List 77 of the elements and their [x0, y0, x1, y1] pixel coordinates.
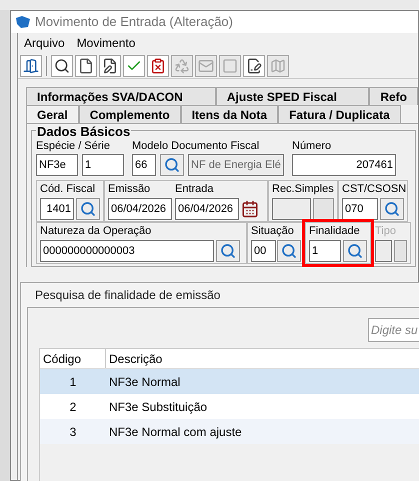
- field-label: Rec.Simples: [272, 182, 334, 196]
- column-header[interactable]: Código: [40, 349, 106, 368]
- tab[interactable]: Geral: [26, 105, 79, 123]
- signed-document-icon: [246, 58, 262, 74]
- toolbar-button[interactable]: [243, 54, 265, 76]
- group-title: Dados Básicos: [36, 125, 132, 138]
- window-title: Movimento de Entrada (Alteração): [35, 13, 233, 32]
- search-icon: [281, 243, 297, 259]
- search-icon: [220, 243, 236, 259]
- tab[interactable]: Ajuste SPED Fiscal: [216, 87, 370, 105]
- toolbar-button[interactable]: [75, 54, 97, 76]
- tab[interactable]: Itens da Nota: [180, 105, 278, 123]
- calendar-icon[interactable]: [241, 200, 259, 218]
- input-field[interactable]: 207461: [292, 154, 396, 176]
- search-icon: [164, 157, 180, 173]
- field-label: Finalidade: [309, 224, 361, 238]
- app-logo-icon: [15, 15, 31, 29]
- clipboard-cross-icon: [150, 58, 166, 74]
- lookup-button[interactable]: [380, 198, 404, 220]
- field-label: CST/CSOSN: [342, 182, 404, 196]
- input-field[interactable]: NF3e: [36, 154, 78, 176]
- input-field[interactable]: 000000000000003: [40, 240, 214, 262]
- map-icon: [270, 58, 286, 74]
- menu-item[interactable]: Movimento: [76, 34, 136, 52]
- column-header[interactable]: Descrição: [106, 349, 419, 368]
- field-label: Modelo Documento Fiscal: [132, 139, 260, 153]
- field-label: Número: [292, 139, 332, 153]
- recycle-icon: [174, 58, 190, 74]
- table-cell-text: 3: [68, 424, 78, 440]
- tab[interactable]: Informações SVA/DACON: [26, 87, 216, 105]
- input-field[interactable]: 00: [251, 240, 276, 262]
- table-cell-text: 2: [68, 398, 78, 416]
- door-icon: [23, 58, 39, 74]
- toolbar-button[interactable]: [147, 54, 169, 76]
- input-field[interactable]: 070: [342, 198, 378, 220]
- input-field[interactable]: 66: [132, 154, 156, 176]
- field-label: Cód. Fiscal: [40, 182, 96, 196]
- table-cell-text: NF3e Normal: [108, 374, 182, 390]
- tab[interactable]: Fatura / Duplicata: [278, 105, 401, 123]
- table-cell-text: NF3e Substituição: [108, 398, 208, 416]
- page-icon: [78, 58, 94, 74]
- menu-item[interactable]: Arquivo: [24, 34, 65, 52]
- search-icon: [54, 58, 70, 74]
- lookup-button[interactable]: [343, 240, 367, 262]
- field-label: Emissão: [108, 182, 152, 196]
- input-field[interactable]: 1: [309, 240, 341, 262]
- field-label: Entrada: [175, 182, 215, 196]
- toolbar-button[interactable]: [20, 54, 42, 76]
- lookup-button[interactable]: [76, 198, 100, 220]
- table-row[interactable]: 3 NF3e Normal com ajuste: [40, 419, 419, 444]
- toolbar-button[interactable]: [99, 54, 121, 76]
- search-icon: [347, 243, 363, 259]
- input-field[interactable]: NF de Energia Elé: [188, 154, 284, 176]
- field-label: Espécie / Série: [36, 139, 111, 153]
- field-label: Tipo: [375, 224, 397, 238]
- edit-page-icon: [102, 58, 118, 74]
- dialog-title: Pesquisa de finalidade de emissão: [34, 287, 222, 304]
- search-icon: [384, 201, 400, 217]
- lookup-button[interactable]: [277, 240, 301, 262]
- table-row[interactable]: 2 NF3e Substituição: [40, 394, 419, 419]
- lookup-button[interactable]: [160, 154, 184, 176]
- table-cell-text: 1: [68, 374, 78, 390]
- table-row[interactable]: 1 NF3e Normal: [40, 369, 419, 394]
- tab[interactable]: Complemento: [78, 105, 181, 123]
- envelope-icon: [198, 58, 214, 74]
- input-field[interactable]: 06/04/2026: [108, 198, 172, 220]
- lookup-button[interactable]: [216, 240, 240, 262]
- tab[interactable]: Refo: [369, 87, 418, 105]
- table-cell-text: NF3e Normal com ajuste: [108, 424, 243, 440]
- input-field[interactable]: 1: [82, 154, 124, 176]
- field-label: Natureza da Operação: [40, 224, 152, 238]
- search-icon: [80, 201, 96, 217]
- field-label: Situação: [251, 224, 295, 238]
- input-field[interactable]: 1401: [40, 198, 74, 220]
- toolbar-button[interactable]: [51, 54, 73, 76]
- search-field[interactable]: Digite su: [368, 318, 419, 342]
- input-field[interactable]: 06/04/2026: [175, 198, 239, 220]
